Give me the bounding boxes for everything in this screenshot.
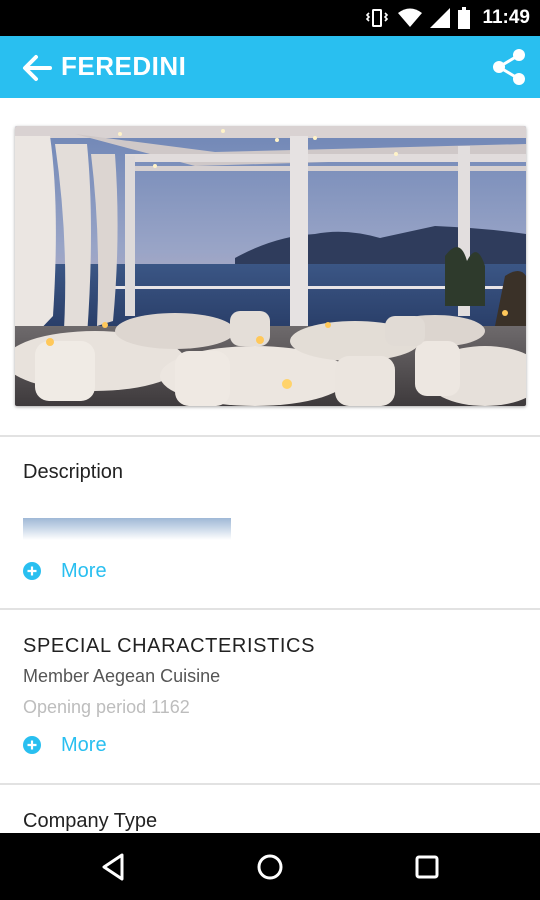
wifi-icon xyxy=(398,8,423,27)
signal-icon xyxy=(430,8,451,28)
special-line-2: Opening period 1162 xyxy=(23,697,190,717)
more-label: More xyxy=(61,559,107,582)
description-title: Description xyxy=(23,461,124,483)
vibrate-icon xyxy=(366,9,389,27)
more-label: More xyxy=(61,733,107,756)
status-icons: 11:49 xyxy=(364,0,530,36)
share-icon[interactable] xyxy=(490,48,528,86)
arrow-left-icon[interactable] xyxy=(20,51,54,85)
restaurant-photo xyxy=(15,126,526,406)
description-more-button[interactable]: More xyxy=(23,556,107,586)
home-circle-icon[interactable] xyxy=(253,850,287,884)
status-bar: 11:49 xyxy=(0,0,540,36)
divider xyxy=(0,608,540,610)
app-bar: FEREDINI xyxy=(0,36,540,98)
divider xyxy=(0,435,540,437)
special-characteristics-title: SPECIAL CHARACTERISTICS xyxy=(23,635,316,657)
plus-circle-icon xyxy=(23,562,41,580)
divider xyxy=(0,783,540,785)
back-triangle-icon[interactable] xyxy=(97,850,131,884)
status-time: 11:49 xyxy=(482,7,530,28)
plus-circle-icon xyxy=(23,736,41,754)
navigation-bar xyxy=(0,833,540,900)
recents-square-icon[interactable] xyxy=(410,850,444,884)
page-title: FEREDINI xyxy=(61,51,187,81)
description-text-preview xyxy=(23,518,231,540)
battery-icon xyxy=(458,7,471,29)
special-more-button[interactable]: More xyxy=(23,730,107,760)
special-line-1: Member Aegean Cuisine xyxy=(23,666,221,686)
company-type-title: Company Type xyxy=(23,810,158,832)
